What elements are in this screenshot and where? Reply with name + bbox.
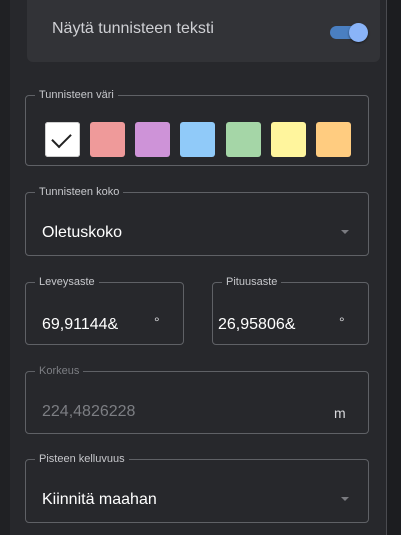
show-label-text-label: Näytä tunnisteen teksti (52, 20, 214, 37)
longitude-unit: ° (339, 314, 345, 330)
swatch-orange[interactable] (316, 122, 351, 157)
point-floating-legend: Pisteen kelluvuus (39, 453, 125, 465)
swatch-blue[interactable] (180, 122, 215, 157)
switch-thumb (349, 23, 368, 42)
label-size-select[interactable]: Tunnisteen koko Oletuskoko (25, 187, 369, 256)
label-size-value: Oletuskoko (42, 224, 123, 241)
longitude-legend: Pituusaste (226, 276, 278, 288)
longitude-value: 26,95806& (218, 316, 296, 333)
chevron-down-icon (341, 497, 349, 501)
altitude-unit: m (334, 405, 346, 421)
show-label-text-row[interactable]: Näytä tunnisteen teksti (27, 0, 380, 62)
scrollbar[interactable] (386, 0, 401, 535)
swatch-yellow[interactable] (271, 122, 306, 157)
altitude-value: 224,4826228 (42, 403, 136, 420)
altitude-field: Korkeus 224,4826228 m (25, 366, 369, 434)
latitude-unit: ° (154, 314, 160, 330)
swatch-green[interactable] (226, 122, 261, 157)
show-label-text-switch[interactable] (330, 23, 368, 42)
swatch-purple[interactable] (135, 122, 170, 157)
label-color-legend: Tunnisteen väri (39, 89, 114, 101)
check-icon (51, 127, 72, 149)
altitude-legend: Korkeus (39, 365, 80, 377)
swatch-red[interactable] (90, 122, 125, 157)
latitude-field[interactable]: Leveysaste 69,91144& ° (25, 277, 184, 345)
point-floating-select[interactable]: Pisteen kelluvuus Kiinnitä maahan (25, 454, 369, 523)
swatch-white[interactable] (45, 122, 80, 157)
chevron-down-icon (341, 230, 349, 234)
latitude-value: 69,91144& (42, 316, 119, 333)
latitude-legend: Leveysaste (39, 276, 95, 288)
label-size-legend: Tunnisteen koko (39, 186, 120, 198)
label-color-picker: Tunnisteen väri (25, 90, 369, 166)
longitude-field[interactable]: Pituusaste 26,95806& ° (212, 277, 369, 345)
point-floating-value: Kiinnitä maahan (42, 491, 157, 508)
settings-panel: Näytä tunnisteen teksti Tunnisteen väri … (10, 0, 386, 535)
